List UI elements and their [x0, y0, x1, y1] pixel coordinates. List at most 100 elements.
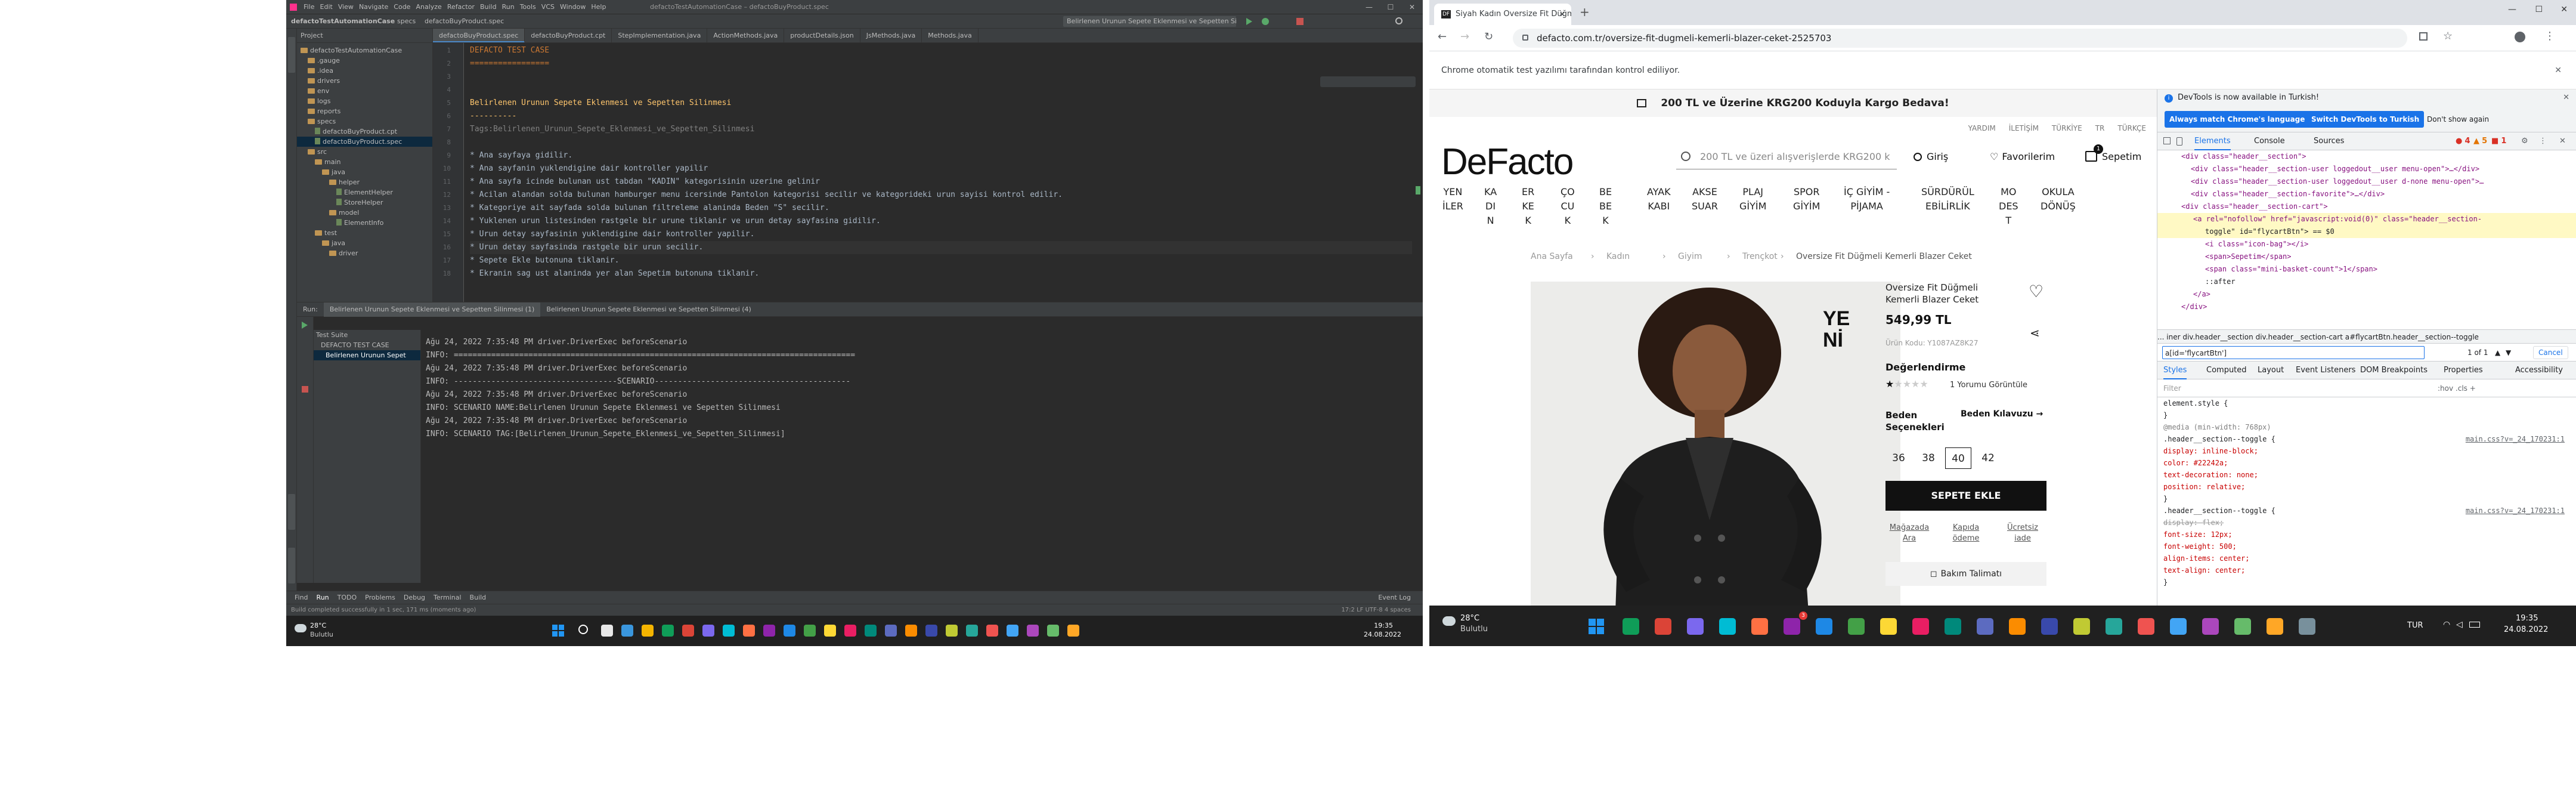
taskbar-app-icon[interactable]: [1816, 618, 1832, 635]
run-console[interactable]: Ağu 24, 2022 7:35:48 PM driver.DriverExe…: [426, 336, 1404, 575]
taskbar-app-icon[interactable]: [2041, 618, 2058, 635]
styles-filter-input[interactable]: Filter: [2163, 379, 2181, 397]
taskbar-app-icon[interactable]: [1848, 618, 1865, 635]
taskbar-app-icon[interactable]: [1027, 625, 1039, 637]
size-option[interactable]: 36: [1885, 447, 1912, 469]
profile-icon[interactable]: [2515, 32, 2525, 42]
site-search-input[interactable]: 200 TL ve üzeri alışverişlerde KRG200 k: [1676, 144, 1897, 169]
service-link[interactable]: Ücretsiz iade: [1999, 523, 2046, 544]
style-rule-line[interactable]: font-weight: 500;: [2157, 541, 2576, 552]
category-item[interactable]: AKSE SUAR: [1692, 185, 1718, 214]
chrome-minimize-icon[interactable]: —: [2508, 5, 2516, 14]
category-item[interactable]: SPOR GİYİM: [1793, 185, 1820, 214]
menu-tools[interactable]: Tools: [520, 0, 536, 14]
search-up-icon[interactable]: ▲: [2495, 344, 2500, 362]
taskbar-app-icon[interactable]: [2106, 618, 2122, 635]
category-item[interactable]: PLAJ GİYİM: [1739, 185, 1766, 214]
taskbar-app-icon[interactable]: [905, 625, 917, 637]
bottom-tab-todo[interactable]: TODO: [338, 591, 357, 604]
taskbar-app-icon[interactable]: [702, 625, 714, 637]
bottom-tab-build[interactable]: Build: [470, 591, 487, 604]
menu-analyze[interactable]: Analyze: [416, 0, 441, 14]
taskbar-app-icon[interactable]: [1047, 625, 1059, 637]
style-rule-line[interactable]: display: flex;: [2157, 517, 2576, 529]
run-tab[interactable]: Run:: [297, 302, 324, 317]
tree-item[interactable]: reports: [297, 106, 432, 116]
taskbar-app-icon[interactable]: [925, 625, 937, 637]
tree-item[interactable]: logs: [297, 96, 432, 106]
favorites-link[interactable]: ♡ Favorilerim: [1990, 148, 2055, 166]
style-source-link[interactable]: main.css?v=_24_170231:1: [2466, 433, 2565, 445]
size-guide-link[interactable]: Beden Kılavuzu →: [1961, 409, 2043, 419]
match-language-button[interactable]: Always match Chrome's language: [2165, 111, 2310, 128]
taskbar-app-icon[interactable]: [966, 625, 978, 637]
bottom-tab-run[interactable]: Run: [317, 591, 329, 604]
tree-item[interactable]: .idea: [297, 66, 432, 76]
category-item[interactable]: ÇO CU K: [1561, 185, 1575, 228]
run-tree-item[interactable]: Belirlenen Urunun Sepet: [314, 350, 420, 360]
project-label[interactable]: Project: [301, 32, 323, 39]
subtab-event-listeners[interactable]: Event Listeners: [2296, 362, 2355, 379]
taskbar-app-icon[interactable]: [2267, 618, 2283, 635]
style-rule-line[interactable]: }: [2157, 409, 2576, 421]
tree-item[interactable]: StoreHelper: [297, 197, 432, 208]
dom-node[interactable]: <span class="mini-basket-count">1</span>: [2157, 263, 2576, 276]
category-item[interactable]: ER KE K: [1522, 185, 1534, 228]
code-editor[interactable]: 1 2 3 4 5 6 7 8 9 10 11 12 13 14 15 16 17 18 DEFACTO TEST…: [433, 43, 1423, 302]
cart-link[interactable]: Sepetim 1: [2085, 144, 2141, 166]
breadcrumb-item[interactable]: Trençkot: [1742, 252, 1778, 261]
category-item[interactable]: SÜRDÜRÜL EBİLİRLİK: [1921, 185, 1974, 214]
category-item[interactable]: OKULA DÖNÜŞ: [2041, 185, 2076, 214]
status-position[interactable]: 17:2 LF UTF-8 4 spaces: [1341, 604, 1411, 616]
stop-icon[interactable]: [1296, 18, 1304, 25]
windows-start-icon-2[interactable]: [1589, 619, 1604, 634]
size-option[interactable]: 38: [1915, 447, 1942, 469]
dom-breadcrumb[interactable]: ... iner div.header__section div.header_…: [2157, 329, 2576, 344]
style-rule-line[interactable]: }: [2157, 576, 2576, 588]
breadcrumb-item[interactable]: Oversize Fit Düğmeli Kemerli Blazer Ceke…: [1796, 252, 1972, 261]
address-bar[interactable]: defacto.com.tr/oversize-fit-dugmeli-keme…: [1513, 29, 2407, 48]
editor-tab[interactable]: Methods.java: [922, 29, 979, 42]
chrome-close-icon[interactable]: ✕: [2560, 5, 2568, 14]
taskbar-app-icon[interactable]: [621, 625, 633, 637]
tree-item[interactable]: drivers: [297, 76, 432, 86]
stop-run-icon[interactable]: [302, 386, 308, 393]
dom-node[interactable]: ::after: [2157, 276, 2576, 288]
taskbar-app-icon[interactable]: [1977, 618, 1993, 635]
service-link[interactable]: Mağazada Ara: [1885, 523, 1933, 544]
chrome-tab[interactable]: DF Siyah Kadın Oversize Fit Düğmeli ✕: [1434, 4, 1571, 25]
taskbar-app-icon[interactable]: [2234, 618, 2251, 635]
taskbar-app-icon[interactable]: [1751, 618, 1768, 635]
taskbar-app-icon[interactable]: [1007, 625, 1018, 637]
dom-node[interactable]: <div class="header__section-user loggedo…: [2157, 163, 2576, 175]
taskbar-app-icon[interactable]: [642, 625, 654, 637]
style-rule-line[interactable]: element.style {: [2157, 397, 2576, 409]
category-item[interactable]: AYAK KABI: [1647, 185, 1671, 214]
weather-temp-2[interactable]: 28°C: [1460, 614, 1479, 623]
subtab-accessibility[interactable]: Accessibility: [2515, 362, 2563, 379]
subtab-computed[interactable]: Computed: [2206, 362, 2247, 379]
taskbar-app-icon[interactable]: [946, 625, 958, 637]
switch-devtools-button[interactable]: Switch DevTools to Turkish: [2306, 111, 2425, 128]
tree-item[interactable]: ElementInfo: [297, 218, 432, 228]
breadcrumb-item[interactable]: Giyim: [1678, 252, 1702, 261]
size-option[interactable]: 40: [1945, 447, 1971, 469]
rerun-icon[interactable]: [302, 322, 308, 329]
dom-tree[interactable]: <div class="header__section"> <div class=…: [2157, 150, 2576, 329]
taskbar-app-icon[interactable]: [885, 625, 897, 637]
category-item[interactable]: BE BE K: [1599, 185, 1612, 228]
subtab-styles[interactable]: Styles: [2163, 362, 2187, 379]
size-option[interactable]: 42: [1975, 447, 2001, 469]
devtools-tab-elements[interactable]: Elements: [2194, 132, 2231, 150]
nav-specs[interactable]: specs: [397, 14, 416, 29]
run-tab[interactable]: Belirlenen Urunun Sepete Eklenmesi ve Se…: [323, 302, 541, 317]
wifi-icon[interactable]: ◠: [2443, 620, 2450, 629]
nav-project[interactable]: defactoTestAutomationCase: [291, 14, 395, 29]
top-link[interactable]: YARDIM: [1968, 124, 1996, 132]
category-item[interactable]: KA DI N: [1484, 185, 1497, 228]
taskbar-app-icon[interactable]: [1687, 618, 1704, 635]
nav-file[interactable]: defactoBuyProduct.spec: [425, 14, 504, 29]
event-log-button[interactable]: Event Log: [1378, 591, 1411, 604]
search-down-icon[interactable]: ▼: [2506, 344, 2511, 362]
menu-view[interactable]: View: [338, 0, 354, 14]
